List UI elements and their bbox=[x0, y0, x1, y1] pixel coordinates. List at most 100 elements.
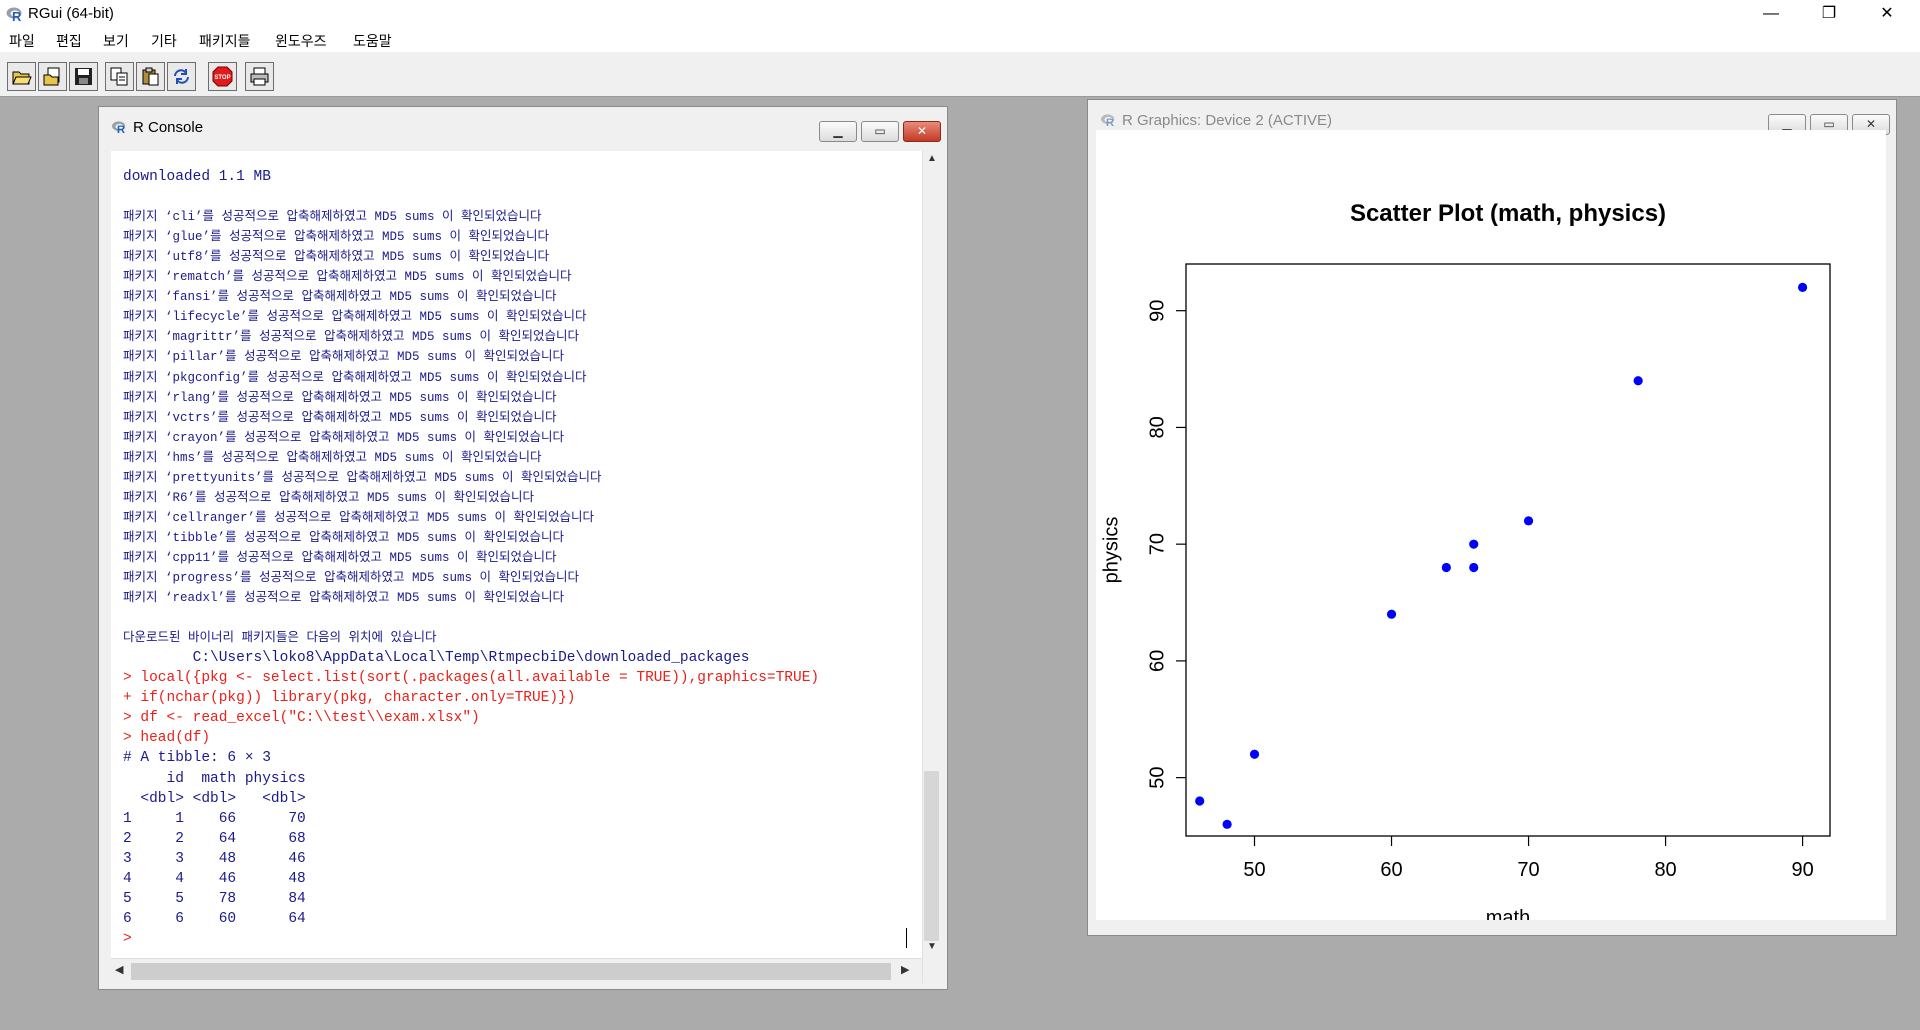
console-title: R Console bbox=[133, 119, 204, 136]
copy-paste-button[interactable] bbox=[167, 62, 196, 91]
x-tick-label: 70 bbox=[1517, 859, 1539, 881]
scatter-plot: Scatter Plot (math, physics) 50 60 70 80 90 50… bbox=[1100, 200, 1831, 929]
console-line: 4 4 46 48 bbox=[123, 870, 306, 887]
x-tick-label: 80 bbox=[1654, 859, 1676, 881]
console-line: 6 6 60 64 bbox=[123, 910, 306, 927]
svg-text:R: R bbox=[12, 9, 22, 22]
console-close-button[interactable]: ✕ bbox=[903, 121, 941, 142]
console-line: 패키지 ‘magrittr’를 성공적으로 압축해제하였고 MD5 sums 이… bbox=[123, 330, 580, 345]
scroll-down-icon[interactable]: ▼ bbox=[927, 941, 937, 952]
console-maximize-button[interactable]: ▭ bbox=[861, 121, 899, 142]
console-line: 패키지 ‘readxl’를 성공적으로 압축해제하였고 MD5 sums 이 확… bbox=[123, 591, 565, 606]
console-line: + if(nchar(pkg)) library(pkg, character.… bbox=[123, 690, 576, 707]
graphics-title: R Graphics: Device 2 (ACTIVE) bbox=[1122, 112, 1333, 129]
console-line: 패키지 ‘vctrs’를 성공적으로 압축해제하였고 MD5 sums 이 확인… bbox=[123, 410, 557, 425]
load-workspace-icon bbox=[43, 67, 60, 86]
open-script-button[interactable] bbox=[7, 62, 36, 91]
graphics-title-bar[interactable]: R R Graphics: Device 2 (ACTIVE) ▁ ▭ ✕ bbox=[1096, 108, 1890, 135]
console-line: 패키지 ‘rlang’를 성공적으로 압축해제하였고 MD5 sums 이 확인… bbox=[123, 390, 557, 405]
scroll-thumb[interactable] bbox=[924, 771, 939, 941]
load-workspace-button[interactable] bbox=[38, 62, 67, 91]
restore-button[interactable]: ❐ bbox=[1806, 0, 1852, 28]
menu-packages[interactable]: 패키지들 bbox=[199, 31, 251, 51]
console-line: 패키지 ‘cli’를 성공적으로 압축해제하였고 MD5 sums 이 확인되었… bbox=[123, 210, 542, 225]
printer-icon bbox=[250, 67, 269, 86]
text-cursor bbox=[906, 927, 907, 948]
console-line: > local({pkg <- select.list(sort(.packag… bbox=[123, 670, 820, 687]
r-console-window: R R Console ▁ ▭ ✕ downloaded 1.1 MB 패키지 ‘… bbox=[98, 106, 948, 990]
r-logo-icon: R bbox=[6, 7, 22, 22]
scroll-left-icon[interactable]: ◀ bbox=[115, 963, 123, 976]
r-graphics-window: R R Graphics: Device 2 (ACTIVE) ▁ ▭ ✕ Sc… bbox=[1087, 99, 1897, 936]
console-line: 패키지 ‘crayon’를 성공적으로 압축해제하였고 MD5 sums 이 확… bbox=[123, 430, 565, 445]
app-title-bar: R RGui (64-bit) — ❐ ✕ bbox=[0, 0, 1920, 28]
data-point bbox=[1523, 516, 1534, 526]
save-workspace-button[interactable] bbox=[69, 62, 98, 91]
console-line: 패키지 ‘utf8’를 성공적으로 압축해제하였고 MD5 sums 이 확인되… bbox=[123, 250, 550, 265]
console-line: C:\Users\loko8\AppData\Local\Temp\Rtmpec… bbox=[123, 650, 750, 667]
data-point bbox=[1386, 609, 1397, 619]
svg-text:STOP: STOP bbox=[214, 75, 230, 81]
copy-icon bbox=[110, 67, 128, 86]
floppy-disk-icon bbox=[75, 68, 92, 85]
console-line: 패키지 ‘cpp11’를 성공적으로 압축해제하였고 MD5 sums 이 확인… bbox=[123, 550, 557, 565]
menu-windows[interactable]: 윈도우즈 bbox=[275, 31, 327, 51]
console-line: > head(df) bbox=[123, 730, 211, 747]
y-tick-label: 50 bbox=[1146, 767, 1168, 789]
y-tick-label: 80 bbox=[1146, 416, 1168, 438]
scroll-thumb-horizontal[interactable] bbox=[131, 963, 891, 980]
menu-bar: 파일 편집 보기 기타 패키지들 윈도우즈 도움말 bbox=[0, 28, 1920, 52]
stop-button[interactable]: STOP bbox=[208, 62, 237, 91]
menu-view[interactable]: 보기 bbox=[103, 31, 129, 51]
plot-area[interactable]: Scatter Plot (math, physics) 50 60 70 80 90 50… bbox=[1096, 130, 1886, 929]
paste-button[interactable] bbox=[136, 62, 165, 91]
y-axis-label: physics bbox=[1100, 517, 1122, 584]
console-line: 패키지 ‘fansi’를 성공적으로 압축해제하였고 MD5 sums 이 확인… bbox=[123, 290, 557, 305]
console-line: id math physics bbox=[123, 770, 306, 787]
y-tick-label: 60 bbox=[1146, 650, 1168, 672]
copy-button[interactable] bbox=[105, 62, 134, 91]
console-line: > df <- read_excel("C:\\test\\exam.xlsx"… bbox=[123, 710, 480, 727]
folder-open-icon bbox=[12, 71, 32, 85]
console-line: 3 3 48 46 bbox=[123, 850, 306, 867]
scroll-up-icon[interactable]: ▲ bbox=[927, 153, 937, 164]
console-line: 1 1 66 70 bbox=[123, 810, 306, 827]
r-logo-icon: R bbox=[1101, 114, 1115, 127]
console-vertical-scrollbar[interactable]: ▲ ▼ bbox=[922, 151, 940, 983]
data-point bbox=[1441, 562, 1451, 573]
print-button[interactable] bbox=[245, 62, 274, 91]
console-line: 패키지 ‘progress’를 성공적으로 압축해제하였고 MD5 sums 이… bbox=[123, 571, 580, 585]
x-tick-label: 50 bbox=[1243, 859, 1265, 881]
menu-edit[interactable]: 편집 bbox=[56, 31, 82, 51]
plot-frame bbox=[1185, 263, 1831, 837]
scroll-right-icon[interactable]: ▶ bbox=[901, 963, 909, 976]
console-output[interactable]: downloaded 1.1 MB 패키지 ‘cli’를 성공적으로 압축해제하였… bbox=[111, 151, 922, 958]
svg-text:R: R bbox=[1106, 117, 1114, 127]
console-minimize-button[interactable]: ▁ bbox=[819, 121, 857, 142]
console-line: <dbl> <dbl> <dbl> bbox=[123, 790, 306, 807]
y-tick-label: 70 bbox=[1146, 533, 1168, 555]
svg-text:R: R bbox=[117, 124, 125, 134]
console-line: 패키지 ‘pillar’를 성공적으로 압축해제하였고 MD5 sums 이 확… bbox=[123, 350, 565, 365]
app-title: RGui (64-bit) bbox=[28, 5, 114, 22]
y-tick-label: 90 bbox=[1146, 300, 1168, 322]
data-point bbox=[1469, 562, 1479, 573]
data-point bbox=[1797, 282, 1808, 292]
menu-file[interactable]: 파일 bbox=[9, 31, 35, 51]
console-line: 패키지 ‘cellranger’를 성공적으로 압축해제하였고 MD5 sums… bbox=[123, 510, 595, 525]
r-logo-icon: R bbox=[112, 121, 126, 134]
console-line: 다운로드된 바이너리 패키지들은 다음의 위치에 있습니다 bbox=[123, 631, 437, 646]
console-title-bar[interactable]: R R Console ▁ ▭ ✕ bbox=[107, 115, 941, 142]
data-point bbox=[1633, 376, 1643, 386]
console-line: # A tibble: 6 × 3 bbox=[123, 750, 271, 767]
console-line: 2 2 64 68 bbox=[123, 830, 306, 847]
console-horizontal-scrollbar[interactable]: ◀ ▶ bbox=[111, 958, 922, 984]
minimize-button[interactable]: — bbox=[1748, 0, 1794, 28]
menu-help[interactable]: 도움말 bbox=[353, 31, 392, 51]
console-line: 패키지 ‘glue’를 성공적으로 압축해제하였고 MD5 sums 이 확인되… bbox=[123, 230, 550, 245]
console-line: 패키지 ‘hms’를 성공적으로 압축해제하였고 MD5 sums 이 확인되었… bbox=[123, 450, 542, 465]
console-line: > bbox=[123, 930, 132, 947]
x-tick-label: 90 bbox=[1791, 859, 1813, 881]
menu-misc[interactable]: 기타 bbox=[151, 31, 177, 51]
close-button[interactable]: ✕ bbox=[1864, 0, 1910, 28]
